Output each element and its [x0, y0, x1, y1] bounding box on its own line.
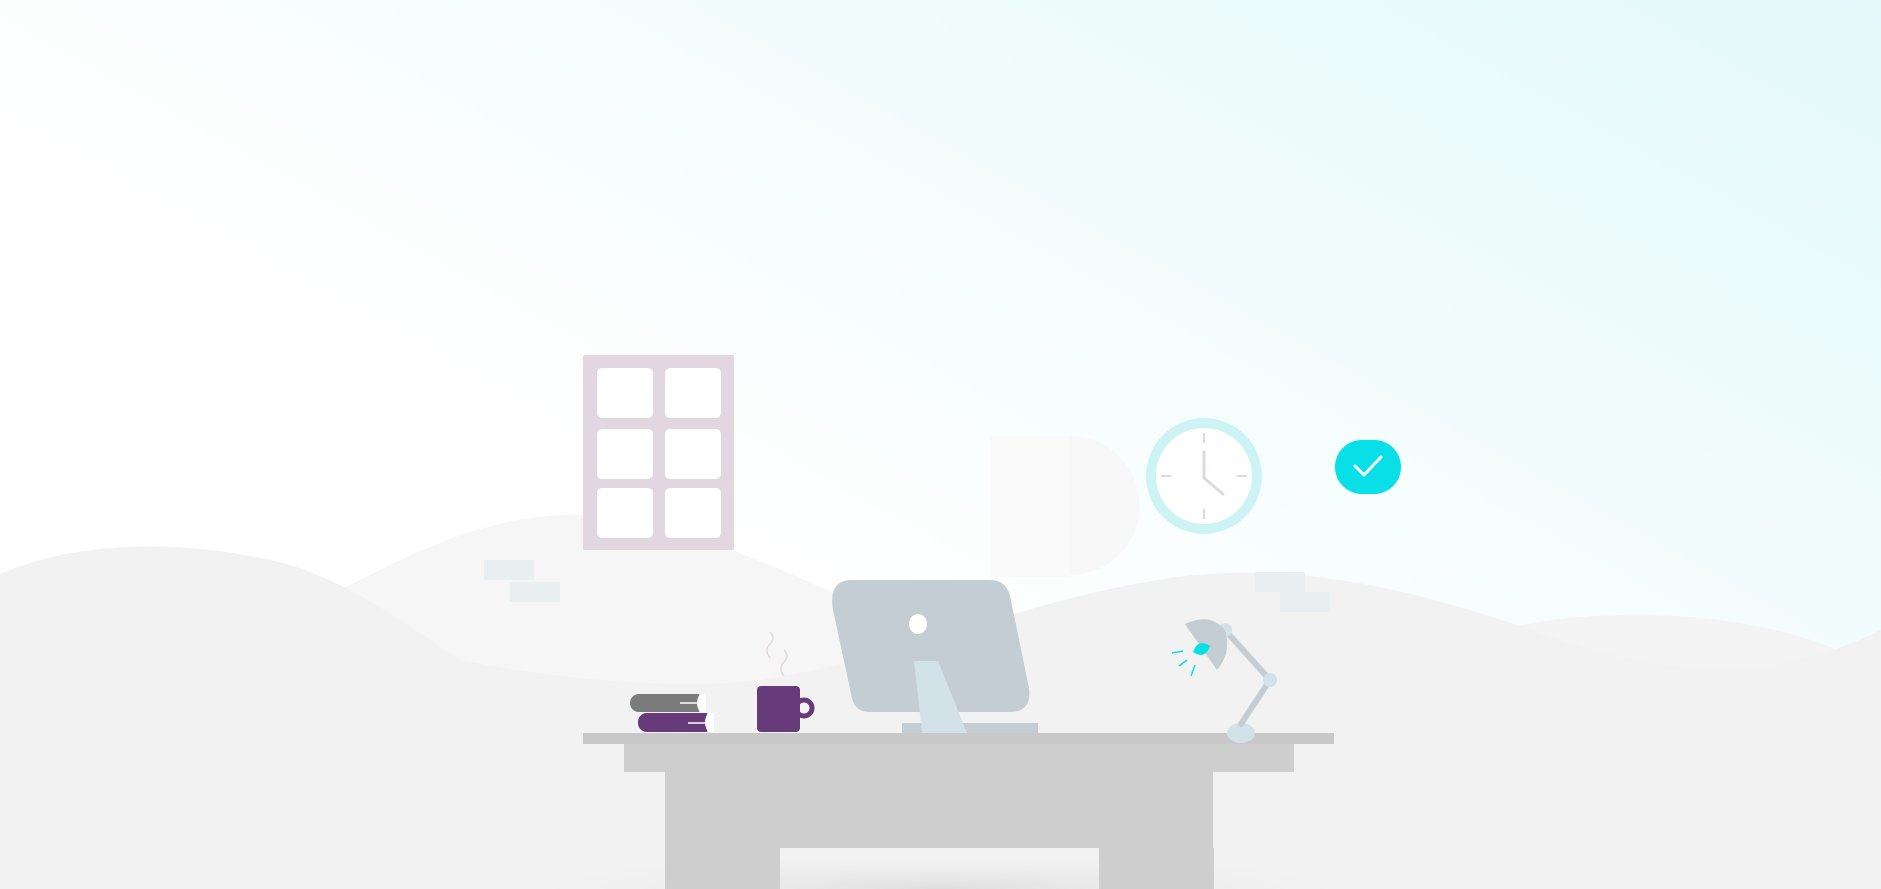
- office-desk-illustration: [0, 0, 1881, 889]
- monitor-icon: [832, 580, 1038, 733]
- check-icon: [1335, 440, 1401, 494]
- window-icon: [583, 355, 734, 550]
- background-panel: [990, 436, 1070, 577]
- clock-icon: [1146, 418, 1262, 534]
